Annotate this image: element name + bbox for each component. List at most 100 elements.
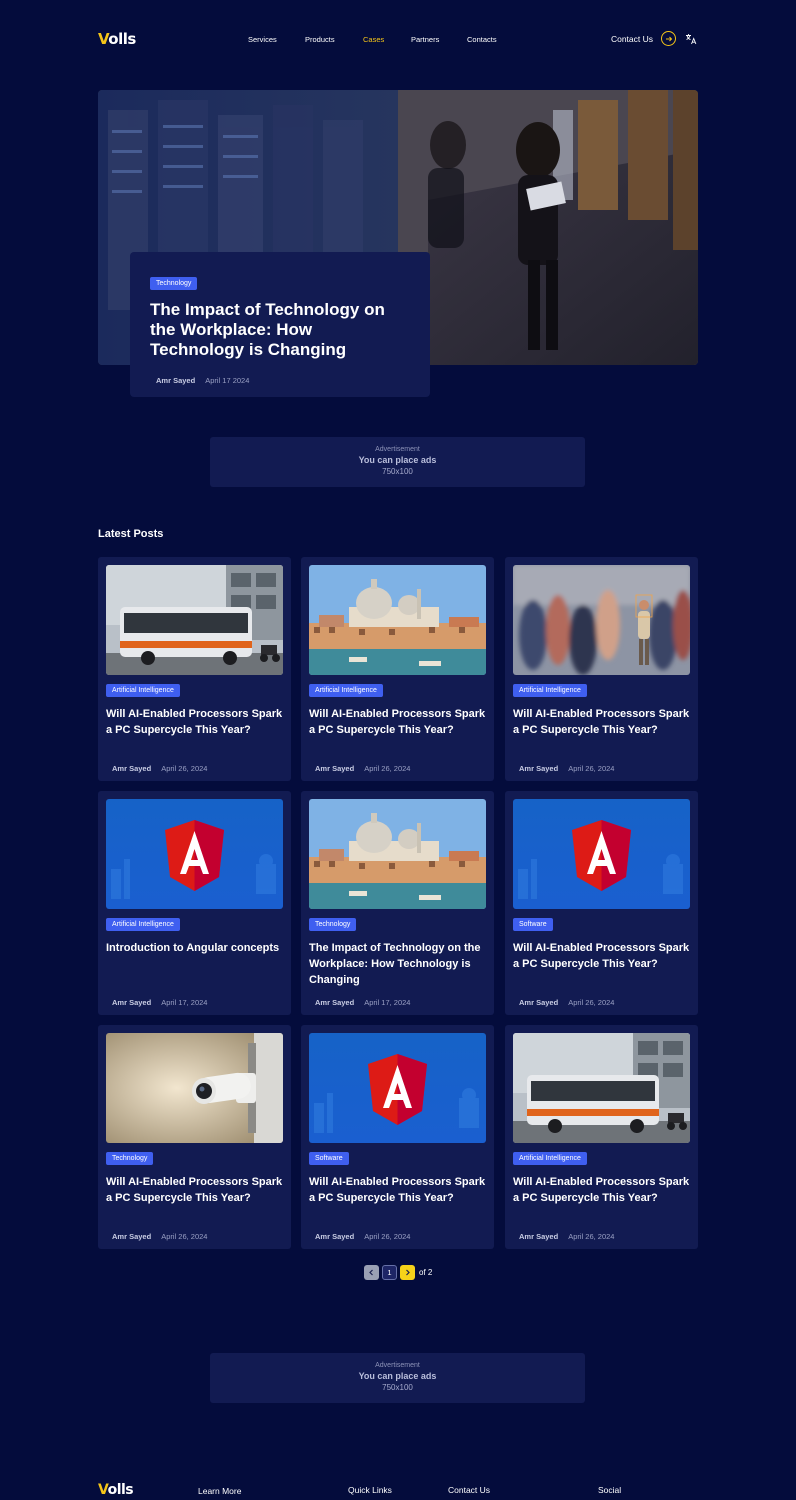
post-title[interactable]: Will AI-Enabled Processors Spark a PC Su… — [309, 706, 486, 738]
post-meta: Amr Sayed April 26, 2024 — [315, 764, 410, 773]
post-title[interactable]: Will AI-Enabled Processors Spark a PC Su… — [513, 940, 690, 972]
post-meta: Amr Sayed April 26, 2024 — [519, 1232, 614, 1241]
ad-label: Advertisement — [375, 446, 420, 453]
author-name: Amr Sayed — [519, 1232, 559, 1241]
post-card[interactable]: Artificial Intelligence Will AI-Enabled P… — [98, 557, 291, 781]
nav-contacts[interactable]: Contacts — [467, 35, 497, 44]
site-header: Volls Services Products Cases Partners C… — [98, 28, 698, 52]
post-card[interactable]: Artificial Intelligence Will AI-Enabled P… — [505, 1025, 698, 1249]
post-thumbnail[interactable] — [106, 565, 283, 675]
post-thumbnail[interactable] — [513, 1033, 690, 1143]
category-tag[interactable]: Software — [309, 1152, 349, 1165]
translate-icon[interactable] — [684, 32, 698, 46]
ad-banner-top[interactable]: Advertisement You can place ads 750x100 — [210, 437, 585, 487]
logo[interactable]: Volls — [98, 30, 136, 48]
ad-size: 750x100 — [382, 467, 413, 476]
post-title[interactable]: Will AI-Enabled Processors Spark a PC Su… — [513, 1174, 690, 1206]
post-card[interactable]: Software Will AI-Enabled Processors Spark… — [505, 791, 698, 1015]
post-date: April 17 2024 — [205, 376, 250, 385]
author-name: Amr Sayed — [112, 998, 152, 1007]
post-card[interactable]: Technology The Impact of Technology on th… — [301, 791, 494, 1015]
nav-partners[interactable]: Partners — [411, 35, 439, 44]
post-date: April 26, 2024 — [364, 1232, 411, 1241]
post-date: April 26, 2024 — [161, 1232, 208, 1241]
header-actions: Contact Us — [611, 31, 698, 46]
post-date: April 17, 2024 — [161, 998, 208, 1007]
footer-quick-links[interactable]: Quick Links — [348, 1485, 392, 1495]
ad-label: Advertisement — [375, 1362, 420, 1369]
author-name: Amr Sayed — [112, 764, 152, 773]
page-total: of 2 — [419, 1268, 433, 1277]
author-name: Amr Sayed — [519, 764, 559, 773]
post-meta: Amr Sayed April 26, 2024 — [315, 1232, 410, 1241]
post-date: April 26, 2024 — [364, 764, 411, 773]
contact-us-link[interactable]: Contact Us — [611, 34, 653, 44]
post-thumbnail[interactable] — [309, 1033, 486, 1143]
post-meta: Amr Sayed April 17, 2024 — [315, 998, 410, 1007]
author-name: Amr Sayed — [315, 1232, 355, 1241]
post-card[interactable]: Artificial Intelligence Introduction to A… — [98, 791, 291, 1015]
ad-text: You can place ads — [358, 1371, 437, 1381]
post-title[interactable]: Will AI-Enabled Processors Spark a PC Su… — [106, 1174, 283, 1206]
post-title[interactable]: The Impact of Technology on the Workplac… — [309, 940, 486, 988]
post-card[interactable]: Artificial Intelligence Will AI-Enabled P… — [505, 557, 698, 781]
ad-size: 750x100 — [382, 1383, 413, 1392]
category-tag[interactable]: Software — [513, 918, 553, 931]
category-tag[interactable]: Artificial Intelligence — [106, 918, 180, 931]
category-tag[interactable]: Artificial Intelligence — [309, 684, 383, 697]
footer-social[interactable]: Social — [598, 1485, 621, 1495]
post-meta: Amr Sayed April 17, 2024 — [112, 998, 207, 1007]
hero-card[interactable]: Technology The Impact of Technology on t… — [130, 252, 430, 397]
chevron-right-icon[interactable] — [400, 1265, 415, 1280]
nav-services[interactable]: Services — [248, 35, 277, 44]
nav-cases[interactable]: Cases — [363, 35, 384, 44]
author-name: Amr Sayed — [315, 764, 355, 773]
footer-contact-us[interactable]: Contact Us — [448, 1485, 490, 1495]
site-footer: Volls Learn More Quick Links Contact Us … — [98, 1480, 698, 1500]
post-title[interactable]: Will AI-Enabled Processors Spark a PC Su… — [106, 706, 283, 738]
footer-learn-more[interactable]: Learn More — [198, 1486, 241, 1496]
author-name: Amr Sayed — [112, 1232, 152, 1241]
post-title[interactable]: Will AI-Enabled Processors Spark a PC Su… — [513, 706, 690, 738]
post-meta: Amr Sayed April 26, 2024 — [519, 998, 614, 1007]
latest-posts-title: Latest Posts — [98, 528, 164, 540]
post-date: April 17, 2024 — [364, 998, 411, 1007]
author-name: Amr Sayed — [519, 998, 559, 1007]
post-card[interactable]: Software Will AI-Enabled Processors Spark… — [301, 1025, 494, 1249]
post-date: April 26, 2024 — [161, 764, 208, 773]
post-thumbnail[interactable] — [106, 799, 283, 909]
post-date: April 26, 2024 — [568, 764, 615, 773]
ad-banner-bottom[interactable]: Advertisement You can place ads 750x100 — [210, 1353, 585, 1403]
author-name: Amr Sayed — [156, 376, 196, 385]
hero-meta: Amr Sayed April 17 2024 — [150, 376, 410, 385]
author-name: Amr Sayed — [315, 998, 355, 1007]
post-thumbnail[interactable] — [309, 799, 486, 909]
pagination: 1 of 2 — [364, 1265, 432, 1280]
category-tag[interactable]: Artificial Intelligence — [513, 684, 587, 697]
post-meta: Amr Sayed April 26, 2024 — [519, 764, 614, 773]
category-tag[interactable]: Technology — [150, 277, 198, 290]
post-date: April 26, 2024 — [568, 998, 615, 1007]
category-tag[interactable]: Artificial Intelligence — [513, 1152, 587, 1165]
footer-logo[interactable]: Volls — [98, 1482, 134, 1498]
category-tag[interactable]: Artificial Intelligence — [106, 684, 180, 697]
hero-title[interactable]: The Impact of Technology on the Workplac… — [150, 300, 410, 360]
post-card[interactable]: Technology Will AI-Enabled Processors Spa… — [98, 1025, 291, 1249]
chevron-left-icon[interactable] — [364, 1265, 379, 1280]
ad-text: You can place ads — [358, 455, 437, 465]
post-title[interactable]: Will AI-Enabled Processors Spark a PC Su… — [309, 1174, 486, 1206]
page-number[interactable]: 1 — [382, 1265, 397, 1280]
post-title[interactable]: Introduction to Angular concepts — [106, 940, 283, 956]
category-tag[interactable]: Technology — [309, 918, 357, 931]
post-meta: Amr Sayed April 26, 2024 — [112, 1232, 207, 1241]
post-date: April 26, 2024 — [568, 1232, 615, 1241]
post-thumbnail[interactable] — [309, 565, 486, 675]
post-thumbnail[interactable] — [513, 565, 690, 675]
post-meta: Amr Sayed April 26, 2024 — [112, 764, 207, 773]
category-tag[interactable]: Technology — [106, 1152, 154, 1165]
post-thumbnail[interactable] — [106, 1033, 283, 1143]
nav-products[interactable]: Products — [305, 35, 335, 44]
post-card[interactable]: Artificial Intelligence Will AI-Enabled P… — [301, 557, 494, 781]
arrow-right-icon[interactable] — [661, 31, 676, 46]
post-thumbnail[interactable] — [513, 799, 690, 909]
